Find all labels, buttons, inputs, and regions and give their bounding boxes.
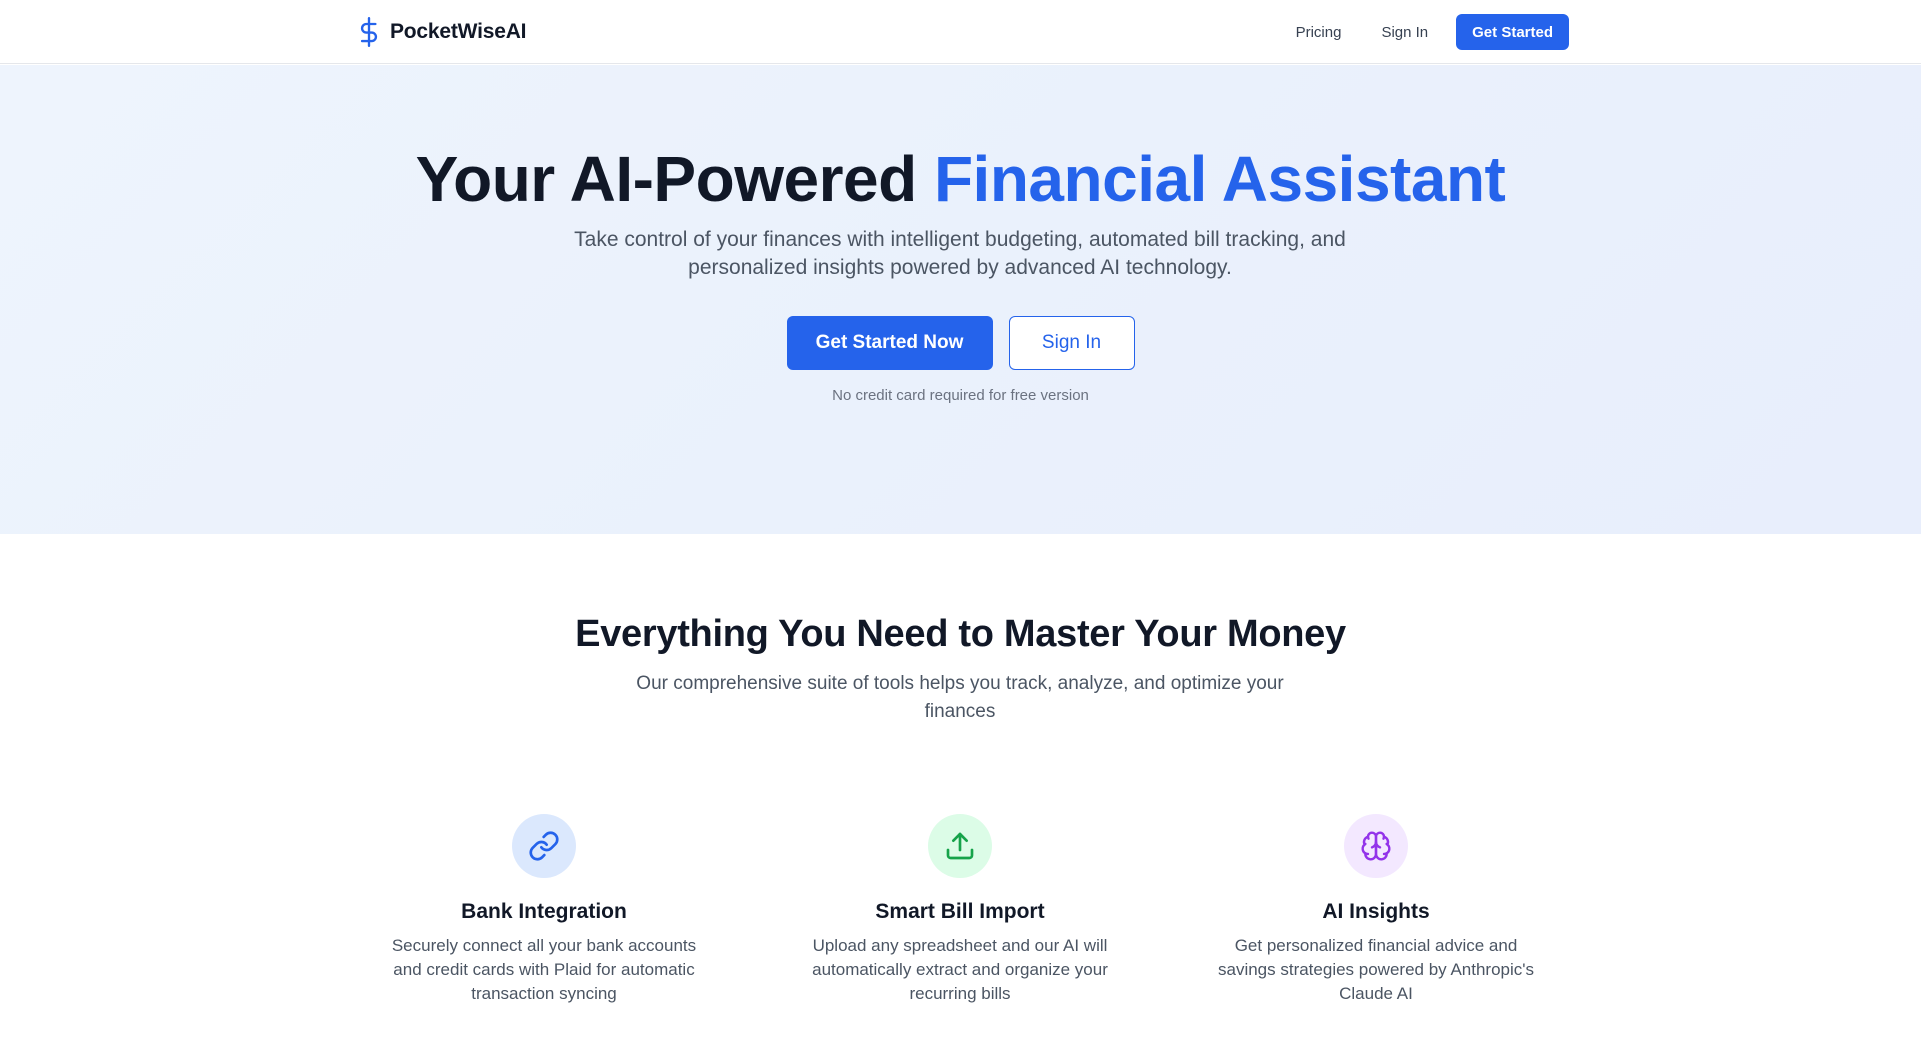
hero-section: Your AI-Powered Financial Assistant Take… — [0, 65, 1921, 534]
feature-title: Bank Integration — [461, 900, 627, 923]
feature-card-bank-integration: Bank Integration Securely connect all yo… — [374, 814, 714, 1006]
hero-sign-in-button[interactable]: Sign In — [1008, 316, 1135, 370]
feature-icon-circle — [512, 814, 576, 878]
nav-get-started-button[interactable]: Get Started — [1456, 14, 1569, 50]
feature-description: Securely connect all your bank accounts … — [391, 936, 697, 1003]
nav-pricing-link[interactable]: Pricing — [1276, 24, 1362, 41]
feature-icon-circle — [1344, 814, 1408, 878]
feature-title: AI Insights — [1322, 900, 1430, 923]
dollar-sign-icon — [360, 16, 378, 48]
feature-description: Upload any spreadsheet and our AI will a… — [812, 936, 1108, 1003]
get-started-now-button[interactable]: Get Started Now — [786, 316, 993, 370]
hero-subtitle: Take control of your finances with intel… — [574, 228, 1346, 279]
feature-card-ai-insights: AI Insights Get personalized financial a… — [1206, 814, 1546, 1006]
feature-description: Get personalized financial advice and sa… — [1217, 936, 1535, 1003]
link-icon — [529, 831, 559, 861]
upload-icon — [946, 832, 974, 860]
feature-icon-circle — [928, 814, 992, 878]
brand-logo-link[interactable]: PocketWiseAI — [356, 16, 526, 48]
header-nav: Pricing Sign In Get Started — [1276, 14, 1569, 50]
brand-name: PocketWiseAI — [390, 20, 527, 43]
hero-title: Your AI-Powered Financial Assistant — [0, 139, 1921, 219]
nav-sign-in-link[interactable]: Sign In — [1361, 24, 1448, 41]
hero-title-main: Your AI-Powered — [415, 143, 934, 215]
feature-title: Smart Bill Import — [875, 900, 1045, 923]
brain-icon — [1361, 831, 1391, 861]
no-credit-card-note: No credit card required for free version — [832, 387, 1089, 404]
hero-actions: Get Started Now Sign In — [0, 316, 1921, 370]
top-nav-bar: PocketWiseAI Pricing Sign In Get Started — [0, 0, 1921, 64]
feature-card-smart-bill-import: Smart Bill Import Upload any spreadsheet… — [790, 814, 1130, 1006]
features-subtitle: Our comprehensive suite of tools helps y… — [636, 673, 1284, 722]
features-title: Everything You Need to Master Your Money — [575, 613, 1346, 655]
hero-title-accent: Financial Assistant — [933, 143, 1506, 215]
